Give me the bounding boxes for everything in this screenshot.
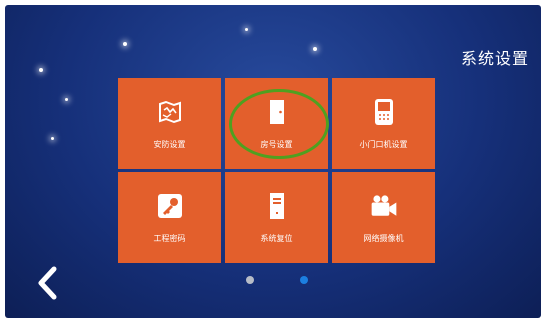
- star-decoration: [39, 68, 43, 72]
- tile-system-reset[interactable]: 系统复位: [225, 172, 328, 263]
- tile-label: 小门口机设置: [359, 140, 408, 149]
- star-decoration: [245, 28, 248, 31]
- settings-grid: 安防设置 房号设置 小门口机设置 工程密码 系统复位 网络摄像机: [118, 78, 435, 263]
- tile-room-number-settings[interactable]: 房号设置: [225, 78, 328, 169]
- tile-label: 房号设置: [260, 140, 293, 149]
- back-button[interactable]: [33, 266, 63, 300]
- star-decoration: [313, 47, 317, 51]
- screen: 系统设置 安防设置 房号设置 小门口机设置 工程密码 系统复位 网络摄像机: [5, 5, 541, 318]
- tower-pc-icon: [262, 191, 292, 221]
- tile-label: 网络摄像机: [363, 234, 404, 243]
- star-decoration: [51, 137, 54, 140]
- map-icon: [155, 97, 185, 127]
- star-decoration: [65, 98, 68, 101]
- tile-small-door-station-settings[interactable]: 小门口机设置: [332, 78, 435, 169]
- page-indicator-dot-2-active[interactable]: [300, 276, 308, 284]
- tile-label: 安防设置: [153, 140, 186, 149]
- tile-security-settings[interactable]: 安防设置: [118, 78, 221, 169]
- door-icon: [262, 97, 292, 127]
- tile-label: 工程密码: [153, 234, 186, 243]
- page-title: 系统设置: [460, 49, 529, 68]
- tile-network-camera[interactable]: 网络摄像机: [332, 172, 435, 263]
- video-camera-icon: [369, 191, 399, 221]
- intercom-device-icon: [369, 97, 399, 127]
- tile-engineering-password[interactable]: 工程密码: [118, 172, 221, 263]
- chevron-left-icon: [38, 266, 57, 300]
- page-indicator-dot-1[interactable]: [246, 276, 254, 284]
- star-decoration: [123, 42, 127, 46]
- tile-label: 系统复位: [260, 234, 293, 243]
- key-icon: [155, 191, 185, 221]
